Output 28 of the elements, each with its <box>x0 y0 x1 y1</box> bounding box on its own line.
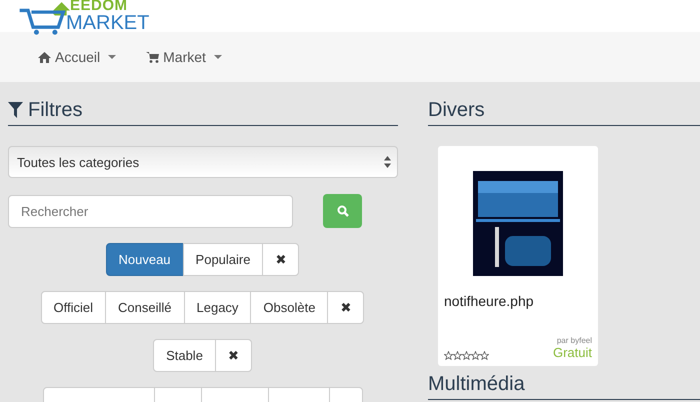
plugin-card[interactable]: notifheure.php par byfeel Gratuit <box>438 146 598 366</box>
clear-filter-button[interactable]: ✖ <box>327 291 364 324</box>
search-icon <box>336 205 348 217</box>
clear-filter-button[interactable]: ✖ <box>214 339 252 372</box>
filter-button[interactable]: Conseillé <box>105 291 184 324</box>
filter-button[interactable]: Legacy <box>184 291 252 324</box>
author-text: par byfeel <box>556 336 592 345</box>
clear-filter-button[interactable]: ✖ <box>262 243 300 276</box>
plugin-name: notifheure.php <box>444 293 534 309</box>
nav-menu-link[interactable]: Accueil <box>38 49 116 65</box>
home-icon <box>38 52 51 62</box>
filter-button[interactable]: Populaire <box>182 243 264 276</box>
search-button[interactable] <box>323 194 362 228</box>
section-title: Filtres <box>28 98 82 122</box>
filter-button[interactable]: Officiel <box>40 291 106 324</box>
filter-button[interactable]: Stable <box>153 339 216 372</box>
updown-arrows-icon <box>384 156 391 168</box>
logo-text: MARKET <box>66 13 150 33</box>
filter-button[interactable]: Obsolète <box>250 291 328 324</box>
section-title: Divers <box>428 98 485 122</box>
cart-icon <box>146 52 160 62</box>
filter-button[interactable]: Nouveau <box>106 243 184 276</box>
filter-icon <box>8 102 23 118</box>
price-text: Gratuit <box>552 345 592 360</box>
search-field[interactable]: Rechercher <box>8 194 293 228</box>
category-select[interactable]: Toutes les categories <box>8 146 398 178</box>
nav-menu-link[interactable]: Market <box>146 49 222 65</box>
section-title: Multimédia <box>428 372 525 396</box>
